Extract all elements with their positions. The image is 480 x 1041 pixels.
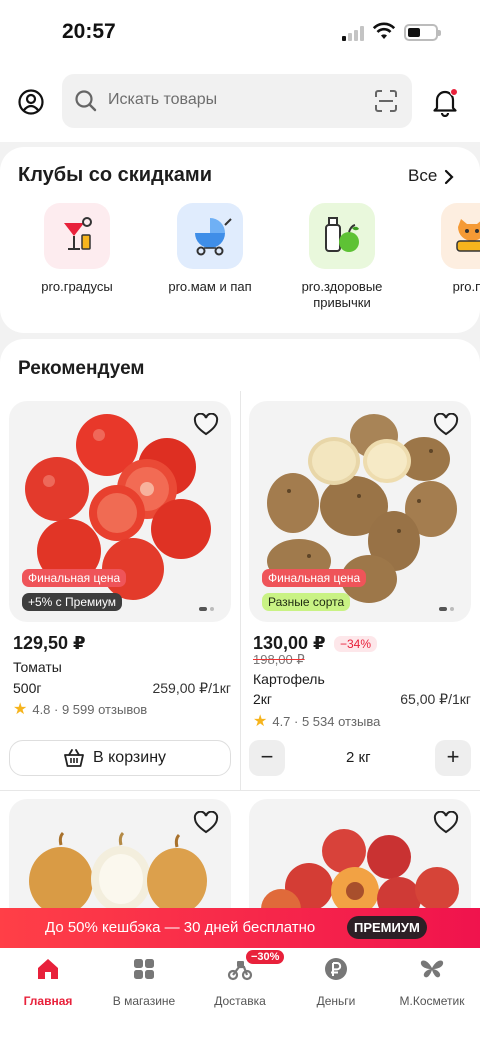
- signal-icon: [342, 25, 366, 41]
- quantity-decrease-button[interactable]: −: [249, 740, 285, 776]
- bottom-nav: Главная В магазине Доставка −30% Деньги …: [0, 948, 480, 1041]
- product-price: 129,50 ₽: [13, 633, 86, 653]
- status-time: 20:57: [62, 20, 116, 43]
- favorite-heart-icon[interactable]: [193, 811, 219, 835]
- quantity-value: 2 кг: [346, 749, 371, 766]
- cat-icon: [456, 219, 480, 252]
- nav-label: Доставка: [214, 994, 266, 1008]
- card-divider: [240, 391, 241, 791]
- profile-icon[interactable]: [17, 88, 45, 116]
- recommend-title: Рекомендуем: [18, 358, 145, 379]
- search-icon: [75, 90, 97, 112]
- nav-label: Главная: [23, 994, 73, 1008]
- chevron-right-icon[interactable]: [442, 168, 456, 186]
- search-placeholder: Искать товары: [108, 91, 218, 108]
- clubs-all-link[interactable]: Все: [408, 166, 437, 186]
- club-item-gradusy[interactable]: pro.градусы: [17, 203, 137, 295]
- add-to-cart-button[interactable]: В корзину: [9, 740, 231, 776]
- favorite-heart-icon[interactable]: [433, 413, 459, 437]
- status-bar: 20:57: [0, 0, 480, 62]
- star-icon: ★: [253, 713, 268, 730]
- stroller-icon: [195, 218, 232, 256]
- product-weight: 2кг: [253, 691, 273, 707]
- product-image[interactable]: Финальная цена Разные сорта: [249, 401, 471, 622]
- club-tile: [177, 203, 243, 269]
- premium-pill[interactable]: ПРЕМИУМ: [347, 916, 427, 939]
- nav-item-cosmetics[interactable]: М.Косметик: [384, 956, 480, 1008]
- club-item-mam-pap[interactable]: pro.мам и пап: [150, 203, 270, 295]
- promo-text: До 50% кешбэка — 30 дней бесплатно: [45, 919, 316, 936]
- top-header: Искать товары: [0, 62, 480, 142]
- club-label: pro.пит: [452, 279, 480, 294]
- favorite-heart-icon[interactable]: [433, 811, 459, 835]
- notification-dot: [450, 88, 458, 96]
- product-weight: 500г: [13, 680, 42, 696]
- club-label: pro.градусы: [41, 279, 113, 294]
- cocktail-icon: [64, 217, 92, 250]
- favorite-heart-icon[interactable]: [193, 413, 219, 437]
- battery-icon: [404, 24, 441, 41]
- nav-label: М.Косметик: [399, 994, 465, 1008]
- product-rating: ★ 4.7 · 5 534 отзыва: [253, 713, 381, 730]
- discount-badge: −34%: [334, 636, 378, 652]
- club-tile: [44, 203, 110, 269]
- home-icon: [38, 959, 58, 979]
- search-input[interactable]: Искать товары: [62, 74, 412, 128]
- image-pager-dots: [199, 607, 215, 611]
- final-price-badge: Финальная цена: [262, 569, 367, 587]
- image-pager-dots: [439, 607, 455, 611]
- product-name: Томаты: [13, 659, 62, 675]
- product-name: Картофель: [253, 671, 325, 687]
- club-item-healthy-habits[interactable]: pro.здоровые привычки: [282, 203, 402, 311]
- grid-icon: [134, 959, 154, 979]
- butterfly-icon: [420, 960, 444, 978]
- premium-promo-banner[interactable]: До 50% кешбэка — 30 дней бесплатно ПРЕМИ…: [0, 908, 480, 948]
- scan-icon[interactable]: [374, 89, 398, 113]
- delivery-discount-badge: −30%: [246, 950, 285, 964]
- nav-label: В магазине: [112, 994, 176, 1008]
- nav-item-money[interactable]: Деньги: [288, 956, 384, 1008]
- nav-item-in-store[interactable]: В магазине: [96, 956, 192, 1008]
- unit-price: 65,00 ₽/1кг: [400, 691, 471, 707]
- ruble-icon: [325, 958, 347, 980]
- product-image[interactable]: Финальная цена +5% с Премиум: [9, 401, 231, 622]
- nav-label: Деньги: [316, 994, 356, 1008]
- product-rating: ★ 4.8 · 9 599 отзывов: [13, 701, 148, 718]
- clubs-title: Клубы со скидками: [18, 164, 213, 186]
- premium-bonus-badge: +5% с Премиум: [22, 593, 123, 611]
- nav-item-home[interactable]: Главная: [0, 956, 96, 1008]
- club-item-pit[interactable]: pro.пит: [414, 203, 480, 295]
- club-tile: [309, 203, 375, 269]
- wifi-icon: [372, 22, 396, 39]
- add-to-cart-label: В корзину: [93, 749, 167, 766]
- final-price-badge: Финальная цена: [22, 569, 127, 587]
- notifications-button[interactable]: [431, 87, 459, 118]
- unit-price: 259,00 ₽/1кг: [152, 680, 231, 696]
- quantity-increase-button[interactable]: +: [435, 740, 471, 776]
- row-divider: [0, 790, 480, 791]
- basket-icon: [64, 749, 84, 767]
- club-tile: [441, 203, 480, 269]
- bottle-apple-icon: [325, 217, 359, 252]
- variety-badge: Разные сорта: [262, 593, 351, 611]
- star-icon: ★: [13, 701, 28, 718]
- product-price: 130,00 ₽: [253, 633, 326, 653]
- product-card-tomatoes[interactable]: Финальная цена +5% с Премиум 129,50 ₽ То…: [9, 401, 231, 781]
- club-label: pro.мам и пап: [168, 279, 252, 294]
- club-label: pro.здоровые привычки: [301, 279, 383, 310]
- old-price: 198,00 ₽: [253, 652, 305, 667]
- product-card-potatoes[interactable]: Финальная цена Разные сорта 130,00 ₽ −34…: [249, 401, 471, 741]
- clubs-section: Клубы со скидками Все pro.градусы pro.ма…: [0, 147, 480, 333]
